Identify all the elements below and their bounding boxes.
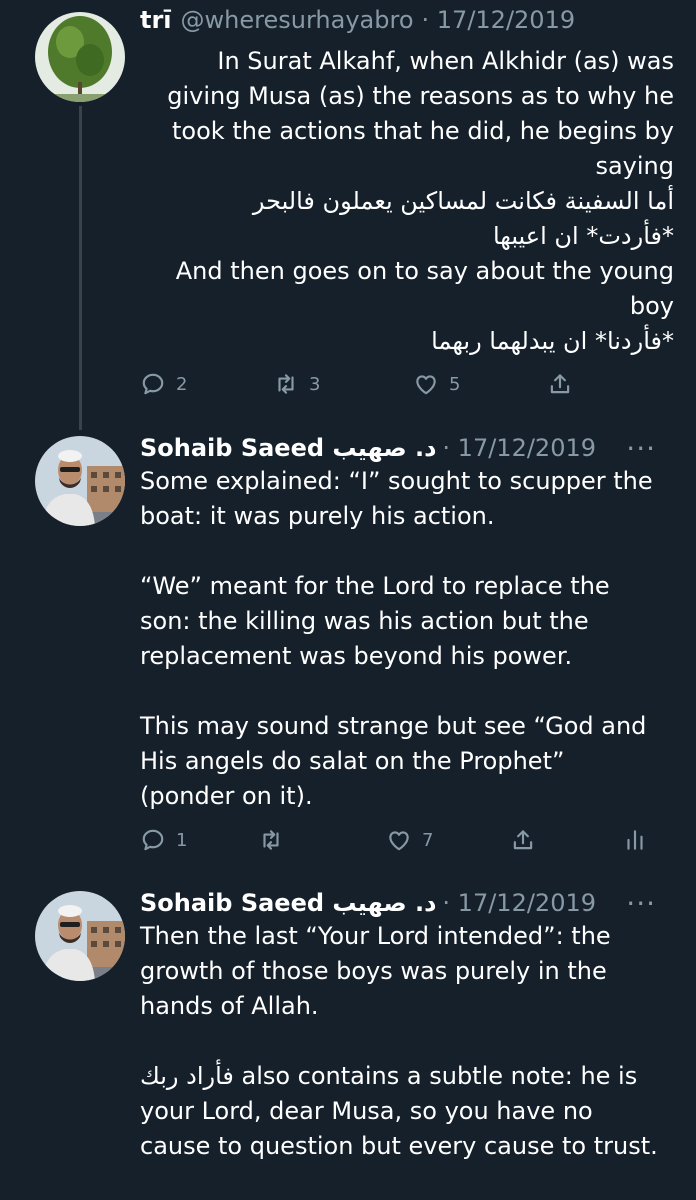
text-line: replacement was beyond his power.	[140, 642, 573, 670]
text-line: your Lord, dear Musa, so you have no	[140, 1097, 593, 1125]
tweet-header: Sohaib Saeed د. صهيب · 17/12/2019	[140, 430, 676, 466]
text-line: His angels do salat on the Prophet”	[140, 747, 565, 775]
tweet-3[interactable]: Sohaib Saeed د. صهيب · 17/12/2019 ··· Th…	[0, 885, 696, 1200]
reply-button[interactable]: 2	[140, 371, 187, 397]
text-line: And then goes on to say about the young	[175, 257, 674, 285]
retweet-icon	[263, 830, 279, 850]
reply-icon	[142, 829, 164, 851]
author-name[interactable]: Sohaib Saeed د. صهيب	[140, 434, 436, 462]
retweet-icon	[278, 374, 294, 394]
text-line: boy	[629, 292, 674, 320]
tweet-date[interactable]: · 17/12/2019	[422, 6, 576, 34]
tweet-1[interactable]: trī @wheresurhayabro · 17/12/2019 In Sur…	[0, 0, 696, 430]
share-icon	[550, 374, 570, 394]
text-line: saying	[595, 152, 674, 180]
text-line: took the actions that he did, he begins …	[172, 117, 674, 145]
tweet-header: trī @wheresurhayabro · 17/12/2019	[140, 2, 676, 38]
tweet-2[interactable]: Sohaib Saeed د. صهيب · 17/12/2019 ··· So…	[0, 430, 696, 885]
text-line: growth of those boys was purely in the	[140, 957, 607, 985]
retweet-button[interactable]	[258, 827, 294, 853]
share-button[interactable]	[510, 827, 536, 853]
author-name[interactable]: Sohaib Saeed د. صهيب	[140, 889, 436, 917]
arabic-line: أما السفينة فكانت لمساكين يعملون فالبحر	[252, 187, 674, 215]
like-count: 7	[422, 829, 434, 851]
like-button[interactable]: 5	[413, 371, 460, 397]
text-line: Then the last “Your Lord intended”: the	[140, 922, 611, 950]
tweet-text: In Surat Alkahf, when Alkhidr (as) was g…	[140, 44, 674, 359]
text-line: cause to question but every cause to tru…	[140, 1132, 658, 1160]
tweet-date[interactable]: · 17/12/2019	[442, 889, 596, 917]
text-line: Some explained: “I” sought to scupper th…	[140, 467, 653, 495]
avatar-sohaib[interactable]	[35, 891, 125, 981]
retweet-count: 3	[309, 373, 321, 395]
text-line: (ponder on it).	[140, 782, 313, 810]
tweet-text: Some explained: “I” sought to scupper th…	[140, 464, 674, 814]
like-button[interactable]: 7	[386, 827, 433, 853]
more-options-icon[interactable]: ···	[626, 430, 656, 466]
reply-count: 2	[176, 373, 188, 395]
like-icon	[389, 831, 409, 851]
text-line: giving Musa (as) the reasons as to why h…	[167, 82, 674, 110]
share-button[interactable]	[547, 371, 573, 397]
like-count: 5	[449, 373, 461, 395]
tweet-actions: 1 7	[140, 822, 643, 858]
avatar-tree[interactable]	[35, 12, 125, 102]
analytics-button[interactable]	[622, 827, 648, 853]
analytics-icon	[627, 830, 643, 850]
reply-icon	[142, 373, 164, 395]
text-line: son: the killing was his action but the	[140, 607, 589, 635]
share-icon	[513, 830, 533, 850]
arabic-line: *فأردنا* ان يبدلهما ربهما	[431, 327, 674, 355]
author-name[interactable]: trī	[140, 6, 172, 34]
text-line: hands of Allah.	[140, 992, 319, 1020]
like-icon	[416, 375, 436, 395]
avatar-sohaib[interactable]	[35, 436, 125, 526]
reply-count: 1	[176, 829, 188, 851]
tweet-actions: 2 3 5	[140, 366, 580, 402]
text-line: In Surat Alkahf, when Alkhidr (as) was	[217, 47, 674, 75]
arabic-line: *فأردت* ان اعيبها	[492, 222, 674, 250]
thread-line	[79, 106, 82, 430]
text-fragment: also contains a subtle note: he is	[233, 1062, 638, 1090]
tweet-header: Sohaib Saeed د. صهيب · 17/12/2019	[140, 885, 676, 921]
tweet-date[interactable]: · 17/12/2019	[442, 434, 596, 462]
text-line: This may sound strange but see “God and	[140, 712, 647, 740]
text-line: فأراد ربك also contains a subtle note: h…	[140, 1059, 674, 1094]
text-line: boat: it was purely his action.	[140, 502, 495, 530]
more-options-icon[interactable]: ···	[626, 885, 656, 921]
arabic-phrase: فأراد ربك	[140, 1062, 234, 1090]
text-line: “We” meant for the Lord to replace the	[140, 572, 610, 600]
reply-button[interactable]: 1	[140, 827, 187, 853]
tweet-text: Then the last “Your Lord intended”: the …	[140, 919, 674, 1164]
retweet-button[interactable]: 3	[273, 371, 320, 397]
author-handle[interactable]: @wheresurhayabro	[181, 6, 414, 34]
